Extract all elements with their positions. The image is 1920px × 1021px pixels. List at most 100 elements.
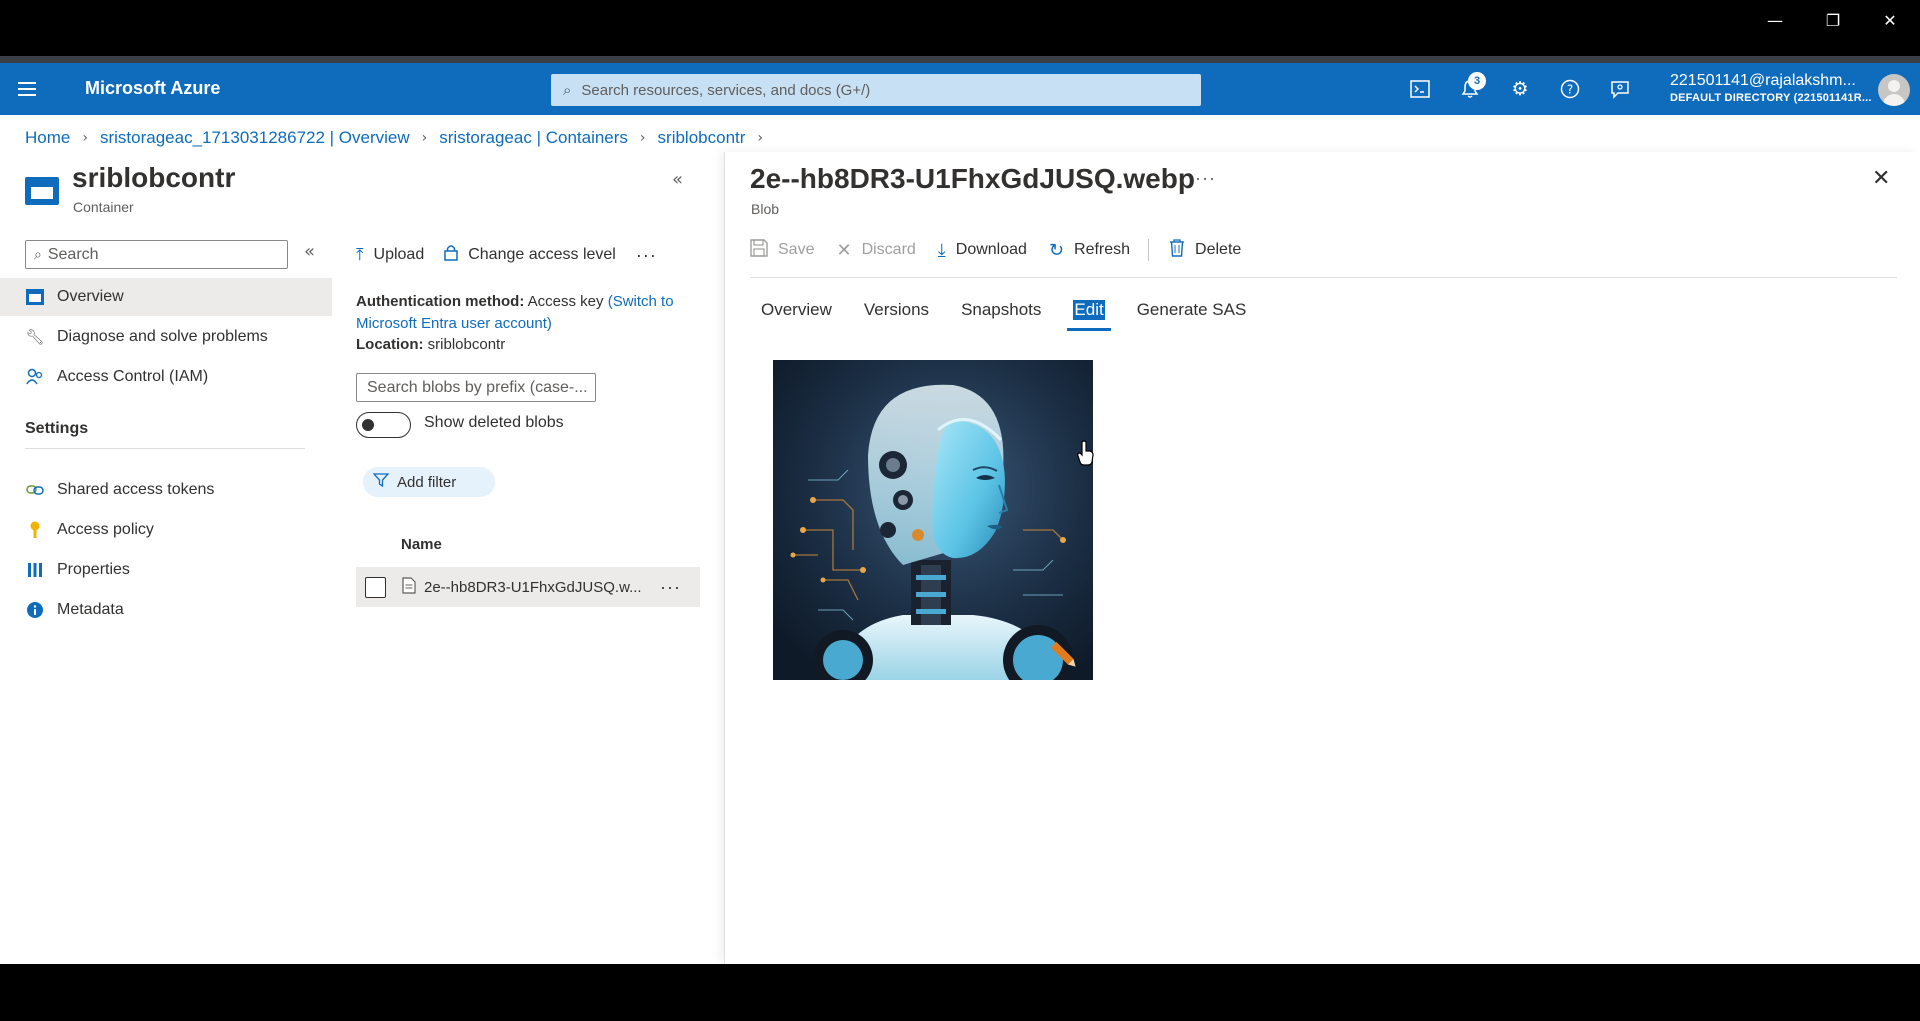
nav-item-iam[interactable]: Access Control (IAM) bbox=[0, 358, 332, 396]
toolbar-divider-line bbox=[750, 277, 1897, 278]
settings-gear-icon[interactable]: ⚙ bbox=[1505, 75, 1535, 103]
auth-label: Authentication method: bbox=[356, 293, 525, 310]
add-filter-label: Add filter bbox=[397, 473, 457, 491]
global-search[interactable]: ⌕ bbox=[551, 74, 1201, 106]
robot-woman-image bbox=[773, 360, 1093, 680]
nav-item-label: Access policy bbox=[57, 521, 154, 538]
resource-subtitle: Container bbox=[73, 199, 134, 215]
show-deleted-label: Show deleted blobs bbox=[424, 414, 564, 431]
download-button[interactable]: ⤓ Download bbox=[938, 240, 1027, 261]
location-value: sriblobcontr bbox=[427, 336, 506, 353]
nav-search-input[interactable] bbox=[47, 245, 268, 264]
chevron-right-icon: › bbox=[757, 130, 764, 146]
nav-item-label: Diagnose and solve problems bbox=[57, 328, 268, 345]
breadcrumb-container[interactable]: sriblobcontr bbox=[658, 128, 746, 148]
breadcrumb-home[interactable]: Home bbox=[25, 128, 70, 148]
window-titlebar: — ❐ ✕ bbox=[0, 0, 1920, 56]
info-icon bbox=[25, 600, 45, 620]
auth-value: Access key bbox=[527, 293, 604, 310]
portal-content: Home › sristorageac_1713031286722 | Over… bbox=[0, 115, 1920, 964]
help-icon[interactable]: ? bbox=[1555, 75, 1585, 103]
collapse-menu-icon[interactable]: « bbox=[304, 241, 315, 262]
link-icon bbox=[25, 480, 45, 500]
settings-section-header: Settings bbox=[25, 420, 89, 437]
minimize-icon[interactable]: — bbox=[1752, 6, 1798, 34]
hamburger-menu-icon[interactable] bbox=[18, 77, 42, 101]
change-access-level-button[interactable]: Change access level bbox=[444, 244, 616, 266]
resource-title: sriblobcontr bbox=[72, 162, 236, 193]
blob-blade: 2e--hb8DR3-U1FhxGdJUSQ.webp ··· Blob ✕ S… bbox=[724, 152, 1920, 964]
delete-label: Delete bbox=[1195, 241, 1242, 258]
feedback-icon[interactable] bbox=[1605, 75, 1635, 103]
discard-x-icon: ✕ bbox=[836, 239, 852, 261]
save-icon bbox=[750, 238, 768, 262]
nav-item-properties[interactable]: Properties bbox=[0, 551, 332, 589]
close-window-icon[interactable]: ✕ bbox=[1867, 6, 1913, 34]
nav-item-diagnose[interactable]: 🔧︎ Diagnose and solve problems bbox=[0, 318, 332, 356]
nav-item-label: Overview bbox=[57, 288, 124, 305]
tab-generate-sas[interactable]: Generate SAS bbox=[1137, 293, 1247, 327]
global-search-input[interactable] bbox=[581, 81, 1162, 99]
tab-edit[interactable]: Edit bbox=[1067, 293, 1112, 331]
chevron-right-icon: › bbox=[639, 130, 646, 146]
tab-snapshots[interactable]: Snapshots bbox=[961, 293, 1041, 327]
upload-button[interactable]: ⤒ Upload bbox=[356, 245, 424, 265]
change-access-label: Change access level bbox=[468, 246, 616, 263]
toolbar-divider bbox=[1148, 239, 1150, 261]
name-column-header[interactable]: Name bbox=[401, 536, 442, 553]
chevron-right-icon: › bbox=[82, 130, 88, 146]
show-deleted-toggle[interactable] bbox=[356, 412, 411, 438]
refresh-icon: ↻ bbox=[1048, 239, 1065, 261]
breadcrumb-storage-overview[interactable]: sristorageac_1713031286722 | Overview bbox=[100, 128, 410, 148]
collapse-blade-icon[interactable]: « bbox=[672, 169, 683, 190]
download-label: Download bbox=[955, 241, 1027, 258]
delete-button[interactable]: Delete bbox=[1169, 238, 1242, 262]
nav-item-shared-access-tokens[interactable]: Shared access tokens bbox=[0, 471, 332, 509]
mouse-pointer-hand-icon bbox=[1077, 440, 1094, 466]
breadcrumb-containers[interactable]: sristorageac | Containers bbox=[439, 128, 628, 148]
more-options-icon[interactable]: ··· bbox=[636, 245, 657, 266]
close-icon[interactable]: ✕ bbox=[1872, 166, 1890, 191]
restore-icon[interactable]: ❐ bbox=[1810, 6, 1856, 34]
account-directory: DEFAULT DIRECTORY (221501141R... bbox=[1670, 92, 1872, 104]
tab-overview[interactable]: Overview bbox=[761, 293, 832, 327]
save-label: Save bbox=[778, 241, 815, 258]
brand-name[interactable]: Microsoft Azure bbox=[85, 78, 220, 99]
search-icon: ⌕ bbox=[34, 246, 42, 263]
nav-search[interactable]: ⌕ bbox=[25, 240, 288, 269]
tab-versions[interactable]: Versions bbox=[864, 293, 929, 327]
avatar[interactable] bbox=[1878, 74, 1910, 106]
nav-item-overview[interactable]: Overview bbox=[0, 278, 332, 316]
table-row[interactable]: 2e--hb8DR3-U1FhxGdJUSQ.w... ··· bbox=[356, 567, 700, 607]
blade-more-icon[interactable]: ··· bbox=[1195, 168, 1216, 189]
row-checkbox[interactable] bbox=[365, 576, 386, 598]
account-info[interactable]: 221501141@rajalakshm... DEFAULT DIRECTOR… bbox=[1670, 72, 1872, 104]
window-bottom-bar bbox=[0, 964, 1920, 1021]
container-toolbar: ⤒ Upload Change access level ··· bbox=[356, 240, 657, 270]
discard-button[interactable]: ✕ Discard bbox=[836, 240, 915, 261]
upload-icon: ⤒ bbox=[356, 245, 364, 265]
download-icon: ⤓ bbox=[937, 239, 946, 261]
tab-label: Snapshots bbox=[961, 300, 1042, 319]
blade-toolbar: Save ✕ Discard ⤓ Download ↻ Refresh Dele… bbox=[750, 235, 1263, 265]
refresh-button[interactable]: ↻ Refresh bbox=[1049, 240, 1130, 261]
blade-subtitle: Blob bbox=[751, 201, 780, 217]
location: Location: sriblobcontr bbox=[356, 336, 505, 353]
row-more-icon[interactable]: ··· bbox=[660, 577, 681, 598]
blade-tabs: Overview Versions Snapshots Edit Generat… bbox=[761, 293, 1278, 331]
wrench-icon: 🔧︎ bbox=[25, 328, 45, 346]
nav-item-access-policy[interactable]: Access policy bbox=[0, 511, 332, 549]
add-filter-button[interactable]: Add filter bbox=[363, 467, 495, 497]
tab-label: Generate SAS bbox=[1136, 300, 1247, 319]
save-button[interactable]: Save bbox=[750, 238, 815, 262]
blob-name[interactable]: 2e--hb8DR3-U1FhxGdJUSQ.w... bbox=[424, 579, 654, 596]
upload-label: Upload bbox=[373, 246, 425, 263]
search-icon: ⌕ bbox=[563, 81, 572, 99]
nav-item-metadata[interactable]: Metadata bbox=[0, 591, 332, 629]
blob-search-input[interactable] bbox=[356, 373, 596, 402]
azure-topbar: Microsoft Azure ⌕ 3 ⚙ ? 221501141@rajala… bbox=[0, 63, 1920, 115]
key-icon bbox=[25, 520, 45, 540]
nav-item-label: Properties bbox=[57, 561, 130, 578]
container-icon bbox=[25, 177, 59, 205]
cloud-shell-icon[interactable] bbox=[1405, 75, 1435, 103]
